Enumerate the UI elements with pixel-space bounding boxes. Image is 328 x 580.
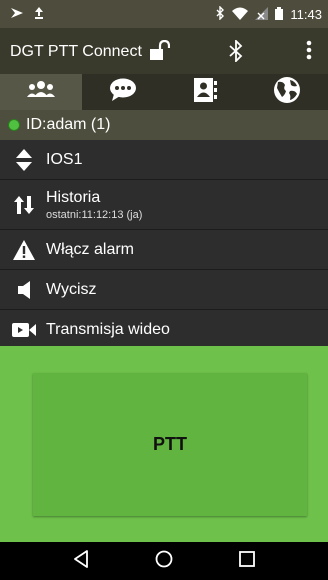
id-bar[interactable]: ID:adam (1): [0, 110, 328, 140]
unlock-icon[interactable]: [148, 39, 171, 67]
chat-bubble-icon: [109, 78, 137, 107]
online-status-dot: [8, 119, 20, 131]
upload-icon: [34, 6, 44, 22]
address-book-icon: [193, 77, 217, 108]
home-icon[interactable]: [155, 550, 173, 573]
tab-globe[interactable]: [246, 74, 328, 110]
ptt-button[interactable]: PTT: [33, 373, 307, 516]
bluetooth-icon: [216, 5, 225, 23]
ptt-label: PTT: [153, 434, 187, 454]
battery-icon: [275, 6, 284, 23]
menu-item-ios1[interactable]: IOS1: [0, 140, 328, 180]
menu-item-mute[interactable]: Wycisz: [0, 270, 328, 310]
tab-messages[interactable]: [82, 74, 164, 110]
clock: 11:43: [290, 7, 322, 22]
app-bar: DGT PTT Connect: [0, 28, 328, 74]
status-bar: 11:43: [0, 0, 328, 28]
menu-item-alarm[interactable]: Włącz alarm: [0, 230, 328, 270]
menu-item-label: Historia: [46, 188, 101, 206]
tab-bar: [0, 74, 328, 110]
location-arrow-icon: [10, 7, 24, 22]
history-last-entry: ostatni:11:12:13 (ja): [46, 208, 143, 221]
globe-icon: [273, 76, 301, 109]
menu-item-label: Wycisz: [46, 280, 97, 298]
video-camera-icon: [10, 322, 38, 338]
action-menu: IOS1 Historia ostatni:11:12:13 (ja) Włąc…: [0, 140, 328, 350]
tab-address-book[interactable]: [164, 74, 246, 110]
app-title: DGT PTT Connect: [10, 43, 142, 60]
more-vert-icon[interactable]: [306, 40, 312, 65]
system-nav-bar: [0, 542, 328, 580]
menu-item-video[interactable]: Transmisja wideo: [0, 310, 328, 350]
signal-icon: [255, 6, 269, 23]
menu-item-historia[interactable]: Historia ostatni:11:12:13 (ja): [0, 180, 328, 230]
menu-item-label: Włącz alarm: [46, 240, 135, 258]
id-label: ID:adam (1): [26, 116, 111, 133]
wifi-icon: [232, 7, 249, 23]
tab-contacts[interactable]: [0, 74, 82, 110]
back-icon[interactable]: [73, 549, 89, 573]
bluetooth-icon[interactable]: [229, 38, 243, 67]
ptt-area: PTT: [0, 346, 328, 542]
contacts-group-icon: [26, 80, 56, 105]
recent-apps-icon[interactable]: [239, 550, 255, 572]
menu-item-label: IOS1: [46, 150, 83, 168]
speaker-icon: [10, 280, 38, 300]
menu-item-label: Transmisja wideo: [46, 320, 170, 338]
warning-icon: [10, 239, 38, 261]
up-down-arrow-icon: [10, 148, 38, 172]
swap-vertical-icon: [10, 195, 38, 215]
